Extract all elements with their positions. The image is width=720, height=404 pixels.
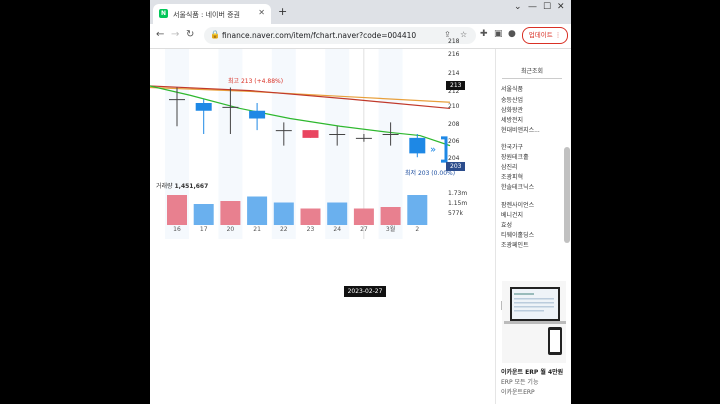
volume-bar: [327, 202, 348, 225]
x-tick-label: 21: [253, 226, 261, 233]
erp-ad-image[interactable]: [502, 281, 566, 363]
laptop-phone-illustration: [504, 287, 566, 355]
high-price-label: 최고 213 (+4.88%): [228, 78, 284, 85]
volume-bar: [167, 195, 187, 225]
reload-icon[interactable]: ↻: [186, 29, 194, 40]
update-button[interactable]: 업데이트 ⋮: [522, 27, 568, 44]
y-tick-label: 208: [448, 121, 460, 128]
recent-stock-item[interactable]: 조광페인트: [501, 240, 529, 249]
volume-bar: [193, 204, 214, 225]
recent-stock-item[interactable]: 팜젠사이언스: [501, 200, 534, 209]
tab-title: 서울식품 : 네이버 증권: [173, 11, 240, 19]
recent-stock-item[interactable]: 삼화왕관: [501, 105, 523, 114]
close-tab-icon[interactable]: ✕: [258, 8, 265, 17]
url-text: finance.naver.com/item/fchart.naver?code…: [222, 31, 417, 40]
x-tick-label: 17: [200, 226, 208, 233]
volume-tick-label: 1.73m: [448, 190, 468, 197]
y-tick-label: 206: [448, 138, 460, 145]
browser-tab[interactable]: N 서울식품 : 네이버 증권 ✕: [153, 4, 271, 24]
volume-bar: [220, 201, 241, 225]
volume-tick-label: 577k: [448, 210, 463, 217]
volume-tick-label: 1.15m: [448, 200, 468, 207]
browser-window: N 서울식품 : 네이버 증권 ✕ + ⌄ — ☐ ✕ ← → ↻ 🔒 fina…: [150, 0, 571, 404]
address-toolbar: ← → ↻ 🔒 finance.naver.com/item/fchart.na…: [150, 24, 571, 49]
x-tick-label: 23: [307, 226, 315, 233]
current-price-tag: 213: [446, 81, 466, 90]
recent-stock-item[interactable]: 효성: [501, 220, 512, 229]
sidepanel-icon[interactable]: ▣: [494, 29, 503, 39]
y-tick-label: 216: [448, 51, 460, 58]
new-tab-icon[interactable]: +: [278, 5, 287, 18]
y-tick-label: 218: [448, 38, 460, 45]
chevron-down-icon[interactable]: ⌄: [514, 2, 522, 12]
profile-avatar-icon[interactable]: ●: [508, 29, 516, 39]
x-tick-label: 20: [227, 226, 235, 233]
naver-favicon-icon: N: [159, 9, 168, 18]
recent-stock-item[interactable]: 티웨이홀딩스: [501, 230, 534, 239]
candle-body: [302, 130, 319, 138]
candle-body: [169, 99, 185, 101]
scrollbar-thumb[interactable]: [564, 147, 570, 243]
x-tick-label: 3월: [386, 225, 395, 233]
recent-stock-item[interactable]: 조광피혁: [501, 172, 523, 181]
volume-value: 1,451,667: [174, 183, 209, 190]
volume-bar: [300, 208, 321, 225]
bookmark-star-icon[interactable]: ☆: [460, 30, 467, 39]
low-range-bracket: [441, 136, 448, 163]
recent-stocks-header[interactable]: 최근조회: [502, 66, 562, 79]
stock-chart-area[interactable]: » 16 17 20 21 22 23 24 27 3월 2 218 216 214 212 210…: [150, 36, 495, 404]
volume-bar: [247, 196, 268, 225]
minimize-icon[interactable]: —: [528, 2, 537, 12]
ad-brand: 이카운트ERP: [501, 389, 535, 396]
candle-body: [329, 134, 346, 135]
recent-stock-item[interactable]: 세방전지: [501, 115, 523, 124]
maximize-icon[interactable]: ☐: [543, 2, 551, 12]
ad-title[interactable]: 이카운트 ERP 월 4만원: [501, 367, 563, 376]
lock-icon: 🔒: [210, 30, 220, 39]
recent-stock-item[interactable]: 삼진리: [501, 162, 518, 171]
volume-title: 거래량 1,451,667: [156, 181, 208, 190]
extensions-icon[interactable]: ✚: [480, 29, 488, 39]
date-tooltip: 2023-02-27: [344, 286, 386, 297]
low-price-label: 최저 203 (0.00%): [405, 170, 456, 177]
back-icon[interactable]: ←: [156, 29, 164, 40]
x-tick-label: 2: [415, 226, 419, 233]
double-chevron-icon: »: [430, 145, 436, 156]
recent-stock-item[interactable]: 현대비앤지스...: [501, 125, 540, 134]
address-bar[interactable]: 🔒 finance.naver.com/item/fchart.naver?co…: [204, 27, 476, 44]
recent-stock-item[interactable]: 한국가구: [501, 142, 523, 151]
ad-subtitle: ERP 모든 기능: [501, 379, 539, 386]
volume-bar: [353, 208, 374, 225]
candle-body: [382, 134, 399, 135]
recent-stock-item[interactable]: 장원테크홀: [501, 152, 529, 161]
candle-body: [275, 130, 292, 132]
tab-bar: N 서울식품 : 네이버 증권 ✕ + ⌄ — ☐ ✕: [150, 0, 571, 24]
volume-title-text: 거래량: [156, 183, 173, 190]
candle-body: [195, 103, 212, 111]
forward-icon[interactable]: →: [171, 29, 179, 40]
recent-stocks-panel: 최근조회 서울식품 숭등산업 삼화왕관 세방전지 현대비앤지스... 한국가구 …: [495, 49, 571, 404]
close-window-icon[interactable]: ✕: [557, 2, 565, 12]
x-tick-label: 22: [280, 226, 288, 233]
candle-body: [355, 137, 372, 139]
candle-body: [222, 106, 239, 108]
recent-stock-item[interactable]: 한솔테크닉스: [501, 182, 534, 191]
recent-stock-item[interactable]: 숭등산업: [501, 95, 523, 104]
y-tick-label: 214: [448, 70, 460, 77]
y-tick-label: 210: [448, 103, 460, 110]
x-tick-label: 24: [333, 226, 341, 233]
candlestick-chart[interactable]: » 16 17 20 21 22 23 24 27 3월 2: [150, 36, 495, 404]
recent-stock-item[interactable]: 서울식품: [501, 84, 523, 93]
update-label: 업데이트: [528, 31, 553, 39]
x-tick-label: 16: [173, 226, 181, 233]
x-tick-label: 27: [360, 226, 368, 233]
y-tick-label: 204: [448, 155, 460, 162]
volume-bar: [407, 195, 428, 225]
candle-body: [409, 137, 426, 154]
candle-body: [249, 110, 266, 119]
volume-bar: [380, 207, 401, 225]
volume-bar: [273, 202, 294, 225]
recent-stock-item[interactable]: 베니건지: [501, 210, 523, 219]
